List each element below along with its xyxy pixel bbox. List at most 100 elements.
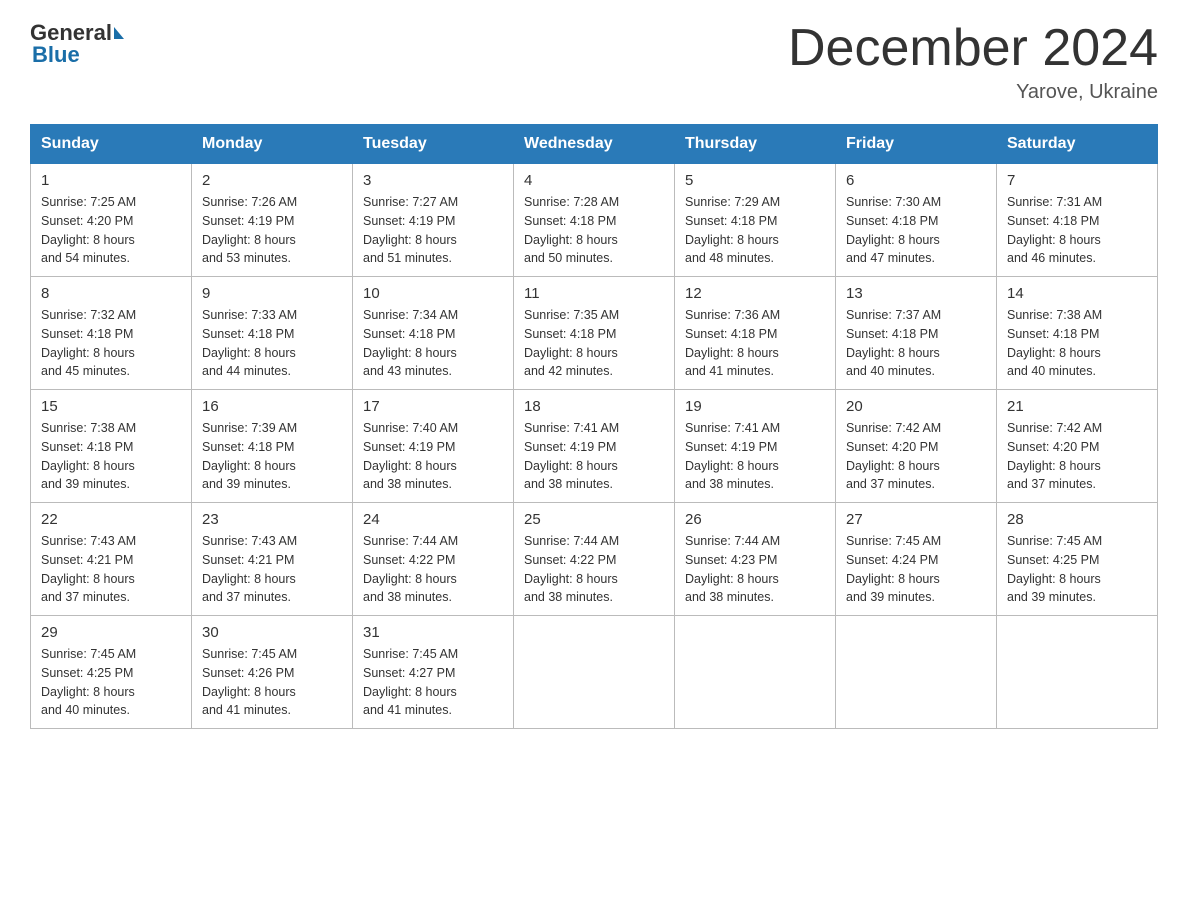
day-number: 19 (685, 398, 825, 415)
weekday-header-friday: Friday (836, 125, 997, 164)
day-number: 12 (685, 285, 825, 302)
day-info: Sunrise: 7:45 AMSunset: 4:27 PMDaylight:… (363, 645, 503, 720)
day-info: Sunrise: 7:31 AMSunset: 4:18 PMDaylight:… (1007, 193, 1147, 268)
calendar-cell: 3 Sunrise: 7:27 AMSunset: 4:19 PMDayligh… (353, 164, 514, 277)
day-info: Sunrise: 7:37 AMSunset: 4:18 PMDaylight:… (846, 306, 986, 381)
weekday-header-thursday: Thursday (675, 125, 836, 164)
day-number: 7 (1007, 172, 1147, 189)
weekday-header-sunday: Sunday (31, 125, 192, 164)
day-number: 23 (202, 511, 342, 528)
location-label: Yarove, Ukraine (788, 81, 1158, 104)
day-info: Sunrise: 7:34 AMSunset: 4:18 PMDaylight:… (363, 306, 503, 381)
day-number: 21 (1007, 398, 1147, 415)
day-info: Sunrise: 7:27 AMSunset: 4:19 PMDaylight:… (363, 193, 503, 268)
day-info: Sunrise: 7:44 AMSunset: 4:22 PMDaylight:… (524, 532, 664, 607)
day-number: 18 (524, 398, 664, 415)
day-number: 20 (846, 398, 986, 415)
calendar-cell: 2 Sunrise: 7:26 AMSunset: 4:19 PMDayligh… (192, 164, 353, 277)
day-info: Sunrise: 7:40 AMSunset: 4:19 PMDaylight:… (363, 419, 503, 494)
weekday-header-wednesday: Wednesday (514, 125, 675, 164)
calendar-cell: 29 Sunrise: 7:45 AMSunset: 4:25 PMDaylig… (31, 616, 192, 729)
day-info: Sunrise: 7:45 AMSunset: 4:25 PMDaylight:… (41, 645, 181, 720)
day-info: Sunrise: 7:26 AMSunset: 4:19 PMDaylight:… (202, 193, 342, 268)
logo: General Blue (30, 20, 126, 68)
day-info: Sunrise: 7:32 AMSunset: 4:18 PMDaylight:… (41, 306, 181, 381)
calendar-cell: 14 Sunrise: 7:38 AMSunset: 4:18 PMDaylig… (997, 277, 1158, 390)
calendar-cell: 22 Sunrise: 7:43 AMSunset: 4:21 PMDaylig… (31, 503, 192, 616)
calendar-cell: 12 Sunrise: 7:36 AMSunset: 4:18 PMDaylig… (675, 277, 836, 390)
day-number: 29 (41, 624, 181, 641)
logo-blue-text: Blue (32, 42, 80, 67)
day-number: 6 (846, 172, 986, 189)
calendar-cell: 13 Sunrise: 7:37 AMSunset: 4:18 PMDaylig… (836, 277, 997, 390)
day-info: Sunrise: 7:41 AMSunset: 4:19 PMDaylight:… (685, 419, 825, 494)
day-number: 1 (41, 172, 181, 189)
calendar-cell (836, 616, 997, 729)
calendar-cell (514, 616, 675, 729)
calendar-cell (997, 616, 1158, 729)
day-info: Sunrise: 7:25 AMSunset: 4:20 PMDaylight:… (41, 193, 181, 268)
day-number: 5 (685, 172, 825, 189)
calendar-cell: 24 Sunrise: 7:44 AMSunset: 4:22 PMDaylig… (353, 503, 514, 616)
day-info: Sunrise: 7:29 AMSunset: 4:18 PMDaylight:… (685, 193, 825, 268)
weekday-header-monday: Monday (192, 125, 353, 164)
calendar-cell: 25 Sunrise: 7:44 AMSunset: 4:22 PMDaylig… (514, 503, 675, 616)
day-number: 31 (363, 624, 503, 641)
day-number: 26 (685, 511, 825, 528)
title-section: December 2024 Yarove, Ukraine (788, 20, 1158, 104)
calendar-table: SundayMondayTuesdayWednesdayThursdayFrid… (30, 124, 1158, 729)
calendar-cell: 28 Sunrise: 7:45 AMSunset: 4:25 PMDaylig… (997, 503, 1158, 616)
day-info: Sunrise: 7:35 AMSunset: 4:18 PMDaylight:… (524, 306, 664, 381)
calendar-header-row: SundayMondayTuesdayWednesdayThursdayFrid… (31, 125, 1158, 164)
day-info: Sunrise: 7:45 AMSunset: 4:25 PMDaylight:… (1007, 532, 1147, 607)
day-info: Sunrise: 7:41 AMSunset: 4:19 PMDaylight:… (524, 419, 664, 494)
day-number: 10 (363, 285, 503, 302)
logo-arrow-icon (114, 27, 124, 39)
day-number: 28 (1007, 511, 1147, 528)
day-number: 15 (41, 398, 181, 415)
day-info: Sunrise: 7:43 AMSunset: 4:21 PMDaylight:… (202, 532, 342, 607)
day-info: Sunrise: 7:30 AMSunset: 4:18 PMDaylight:… (846, 193, 986, 268)
day-number: 3 (363, 172, 503, 189)
day-number: 4 (524, 172, 664, 189)
day-number: 22 (41, 511, 181, 528)
calendar-cell: 20 Sunrise: 7:42 AMSunset: 4:20 PMDaylig… (836, 390, 997, 503)
day-info: Sunrise: 7:39 AMSunset: 4:18 PMDaylight:… (202, 419, 342, 494)
calendar-cell: 5 Sunrise: 7:29 AMSunset: 4:18 PMDayligh… (675, 164, 836, 277)
calendar-cell: 23 Sunrise: 7:43 AMSunset: 4:21 PMDaylig… (192, 503, 353, 616)
day-number: 14 (1007, 285, 1147, 302)
calendar-cell: 31 Sunrise: 7:45 AMSunset: 4:27 PMDaylig… (353, 616, 514, 729)
calendar-week-row: 29 Sunrise: 7:45 AMSunset: 4:25 PMDaylig… (31, 616, 1158, 729)
calendar-cell: 15 Sunrise: 7:38 AMSunset: 4:18 PMDaylig… (31, 390, 192, 503)
day-info: Sunrise: 7:42 AMSunset: 4:20 PMDaylight:… (846, 419, 986, 494)
calendar-cell: 11 Sunrise: 7:35 AMSunset: 4:18 PMDaylig… (514, 277, 675, 390)
day-number: 30 (202, 624, 342, 641)
day-info: Sunrise: 7:45 AMSunset: 4:24 PMDaylight:… (846, 532, 986, 607)
calendar-cell: 16 Sunrise: 7:39 AMSunset: 4:18 PMDaylig… (192, 390, 353, 503)
weekday-header-tuesday: Tuesday (353, 125, 514, 164)
calendar-cell: 18 Sunrise: 7:41 AMSunset: 4:19 PMDaylig… (514, 390, 675, 503)
calendar-cell (675, 616, 836, 729)
calendar-cell: 8 Sunrise: 7:32 AMSunset: 4:18 PMDayligh… (31, 277, 192, 390)
day-number: 24 (363, 511, 503, 528)
day-info: Sunrise: 7:42 AMSunset: 4:20 PMDaylight:… (1007, 419, 1147, 494)
calendar-cell: 7 Sunrise: 7:31 AMSunset: 4:18 PMDayligh… (997, 164, 1158, 277)
calendar-week-row: 22 Sunrise: 7:43 AMSunset: 4:21 PMDaylig… (31, 503, 1158, 616)
calendar-week-row: 15 Sunrise: 7:38 AMSunset: 4:18 PMDaylig… (31, 390, 1158, 503)
calendar-cell: 1 Sunrise: 7:25 AMSunset: 4:20 PMDayligh… (31, 164, 192, 277)
day-number: 8 (41, 285, 181, 302)
day-info: Sunrise: 7:45 AMSunset: 4:26 PMDaylight:… (202, 645, 342, 720)
day-info: Sunrise: 7:28 AMSunset: 4:18 PMDaylight:… (524, 193, 664, 268)
day-number: 9 (202, 285, 342, 302)
calendar-week-row: 1 Sunrise: 7:25 AMSunset: 4:20 PMDayligh… (31, 164, 1158, 277)
day-info: Sunrise: 7:43 AMSunset: 4:21 PMDaylight:… (41, 532, 181, 607)
day-info: Sunrise: 7:44 AMSunset: 4:22 PMDaylight:… (363, 532, 503, 607)
day-info: Sunrise: 7:38 AMSunset: 4:18 PMDaylight:… (1007, 306, 1147, 381)
day-info: Sunrise: 7:33 AMSunset: 4:18 PMDaylight:… (202, 306, 342, 381)
calendar-cell: 6 Sunrise: 7:30 AMSunset: 4:18 PMDayligh… (836, 164, 997, 277)
day-info: Sunrise: 7:44 AMSunset: 4:23 PMDaylight:… (685, 532, 825, 607)
calendar-cell: 19 Sunrise: 7:41 AMSunset: 4:19 PMDaylig… (675, 390, 836, 503)
calendar-cell: 30 Sunrise: 7:45 AMSunset: 4:26 PMDaylig… (192, 616, 353, 729)
day-number: 25 (524, 511, 664, 528)
calendar-cell: 17 Sunrise: 7:40 AMSunset: 4:19 PMDaylig… (353, 390, 514, 503)
